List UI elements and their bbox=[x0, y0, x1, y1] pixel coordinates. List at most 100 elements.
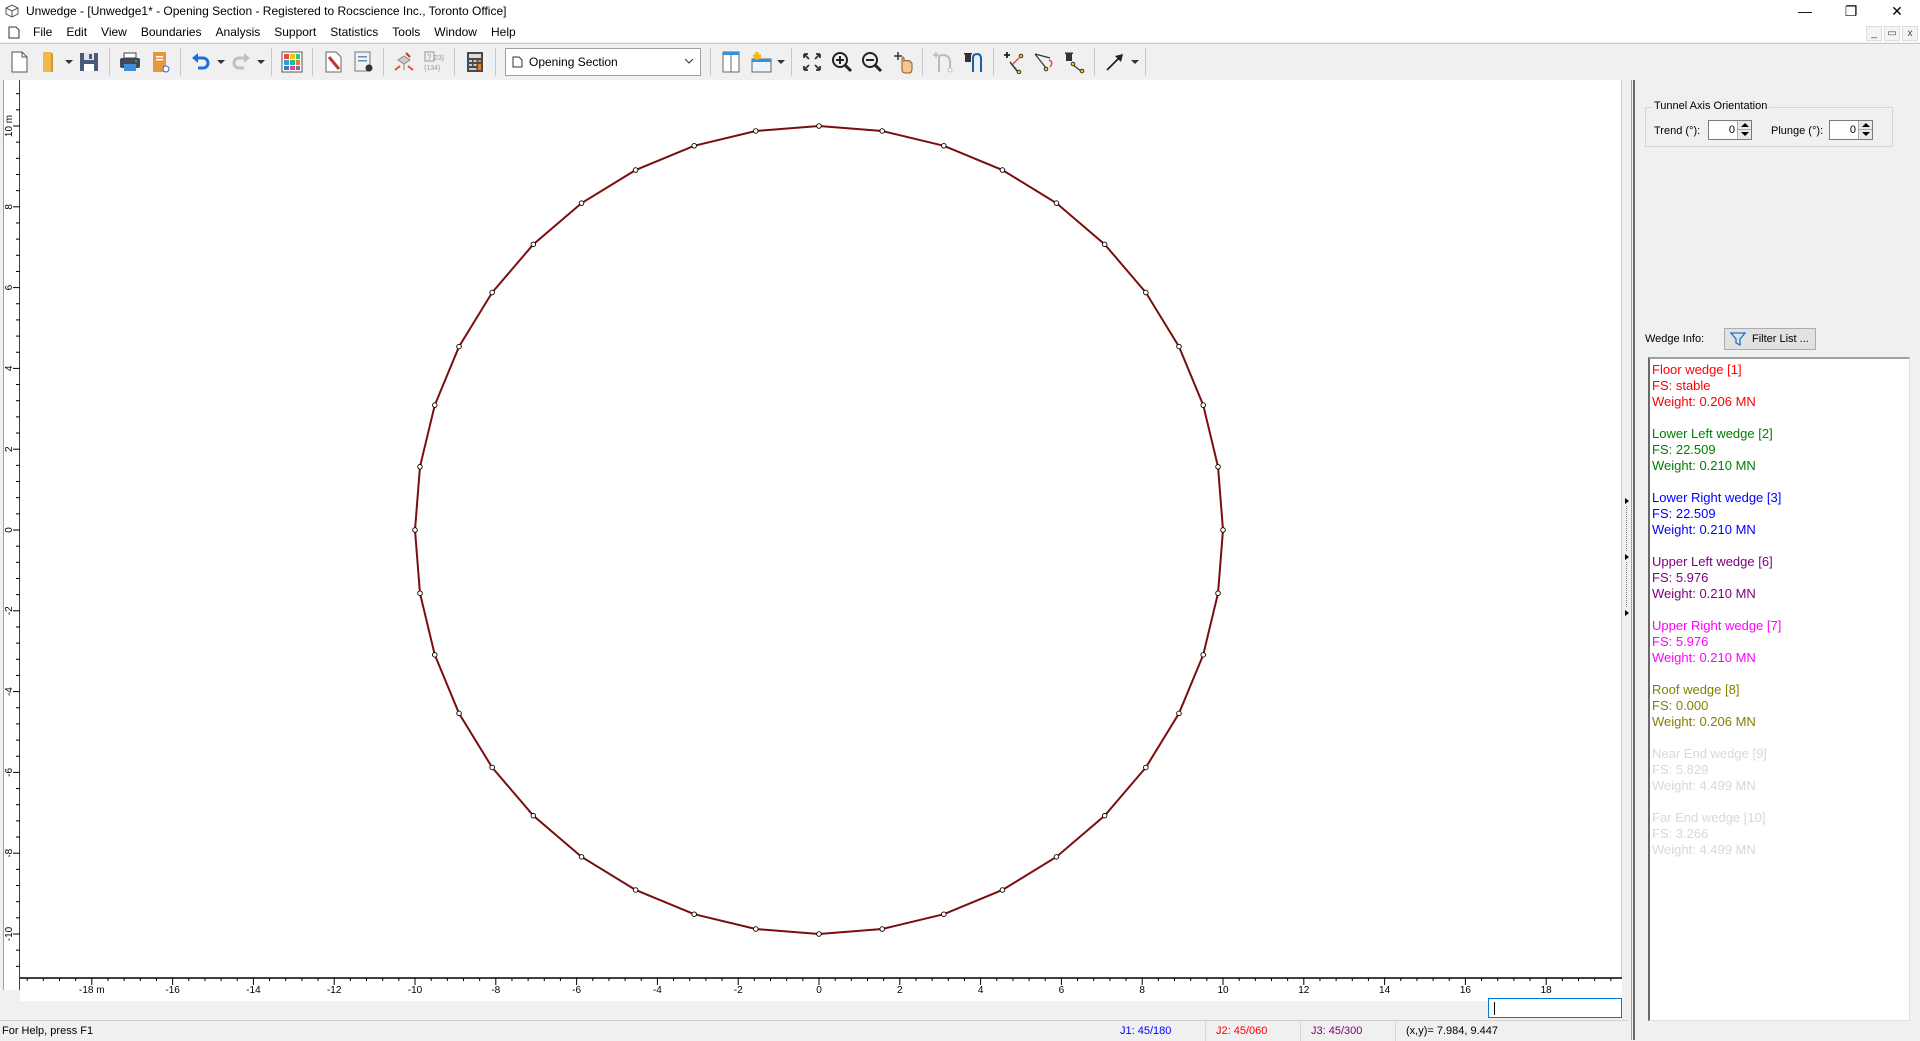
export-button[interactable] bbox=[145, 47, 175, 77]
menu-boundaries[interactable]: Boundaries bbox=[134, 22, 209, 42]
split-view-button[interactable] bbox=[716, 47, 746, 77]
boundary-vertex[interactable] bbox=[632, 167, 639, 173]
mdi-minimize-button[interactable]: _ bbox=[1866, 26, 1882, 41]
collapse-arrow-icon[interactable] bbox=[1625, 498, 1629, 504]
drawing-canvas[interactable] bbox=[20, 80, 1622, 977]
boundary-vertex[interactable] bbox=[1176, 343, 1182, 350]
pan-button[interactable] bbox=[887, 47, 917, 77]
boundary-vertex[interactable] bbox=[530, 812, 537, 819]
undo-button[interactable] bbox=[186, 47, 216, 77]
boundary-vertex[interactable] bbox=[1220, 527, 1226, 533]
redo-button[interactable] bbox=[226, 47, 256, 77]
delete-vertex-button[interactable] bbox=[1059, 47, 1089, 77]
collapse-arrow-icon[interactable] bbox=[1625, 554, 1629, 560]
menu-help[interactable]: Help bbox=[484, 22, 523, 42]
compute-button[interactable] bbox=[389, 47, 419, 77]
restore-button[interactable]: ❐ bbox=[1828, 0, 1874, 22]
settings-button[interactable] bbox=[348, 47, 378, 77]
new-file-button[interactable] bbox=[4, 47, 34, 77]
mdi-restore-button[interactable]: ▭ bbox=[1884, 26, 1900, 41]
boundary-vertex[interactable] bbox=[879, 128, 885, 134]
edit-button[interactable] bbox=[318, 47, 348, 77]
collapse-arrow-icon[interactable] bbox=[1625, 610, 1629, 616]
add-vertex-button[interactable] bbox=[999, 47, 1029, 77]
boundary-vertex[interactable] bbox=[1200, 402, 1206, 408]
delete-boundary-button[interactable] bbox=[958, 47, 988, 77]
zoom-out-button[interactable] bbox=[857, 47, 887, 77]
boundary-vertex[interactable] bbox=[456, 343, 462, 350]
arrow-button[interactable] bbox=[1100, 47, 1130, 77]
add-view-button[interactable] bbox=[746, 47, 776, 77]
menu-analysis[interactable]: Analysis bbox=[209, 22, 268, 42]
print-button[interactable] bbox=[115, 47, 145, 77]
wedge-entry[interactable]: Roof wedge [8] FS: 0.000 Weight: 0.206 MN bbox=[1652, 682, 1909, 730]
boundary-vertex[interactable] bbox=[999, 887, 1006, 893]
menu-file[interactable]: File bbox=[26, 22, 59, 42]
trend-value[interactable]: 0 bbox=[1729, 124, 1735, 136]
boundary-vertex[interactable] bbox=[432, 652, 438, 658]
menu-window[interactable]: Window bbox=[427, 22, 484, 42]
boundary-vertex[interactable] bbox=[1143, 289, 1149, 296]
boundary-vertex[interactable] bbox=[1053, 854, 1060, 860]
boundary-vertex[interactable] bbox=[1176, 710, 1182, 717]
close-button[interactable]: ✕ bbox=[1874, 0, 1920, 22]
boundary-vertex[interactable] bbox=[1143, 764, 1149, 771]
boundary-vertex[interactable] bbox=[1101, 812, 1108, 819]
boundary-vertex[interactable] bbox=[417, 464, 423, 470]
undo-dropdown[interactable] bbox=[216, 47, 226, 77]
open-dropdown[interactable] bbox=[64, 47, 74, 77]
open-button[interactable] bbox=[34, 47, 64, 77]
boundary-vertex[interactable] bbox=[999, 167, 1006, 173]
boundary-vertex[interactable] bbox=[1053, 200, 1060, 206]
color-grid-button[interactable] bbox=[277, 47, 307, 77]
boundary-vertex[interactable] bbox=[489, 289, 495, 296]
plunge-spinner[interactable]: 0 bbox=[1829, 120, 1873, 140]
plunge-spin-buttons[interactable] bbox=[1858, 121, 1872, 139]
wedge-entry[interactable]: Near End wedge [9] FS: 5.829 Weight: 4.499… bbox=[1652, 746, 1909, 794]
menu-tools[interactable]: Tools bbox=[385, 22, 427, 42]
boundary-vertex[interactable] bbox=[1215, 590, 1221, 596]
boundary-vertex[interactable] bbox=[879, 926, 885, 932]
boundary-vertex[interactable] bbox=[1101, 241, 1108, 248]
filter-list-button[interactable]: Filter List ... bbox=[1724, 328, 1816, 350]
wedge-entry[interactable]: Lower Right wedge [3] FS: 22.509 Weight: 0… bbox=[1652, 490, 1909, 538]
boundary-vertex[interactable] bbox=[1215, 464, 1221, 470]
boundary-vertex[interactable] bbox=[753, 926, 759, 932]
wedge-info-list[interactable]: Floor wedge [1] FS: stable Weight: 0.206 M… bbox=[1648, 357, 1910, 1021]
wedge-entry[interactable]: Upper Left wedge [6] FS: 5.976 Weight: 0.2… bbox=[1652, 554, 1909, 602]
boundary-vertex[interactable] bbox=[632, 887, 639, 893]
boundary-vertex[interactable] bbox=[530, 241, 537, 248]
boundary-vertex[interactable] bbox=[691, 143, 697, 149]
boundary-vertex[interactable] bbox=[816, 931, 822, 937]
save-button[interactable] bbox=[74, 47, 104, 77]
menu-support[interactable]: Support bbox=[267, 22, 323, 42]
zoom-in-button[interactable] bbox=[827, 47, 857, 77]
trend-spinner[interactable]: 0 bbox=[1708, 120, 1752, 140]
move-vertex-button[interactable] bbox=[1029, 47, 1059, 77]
boundary-vertex[interactable] bbox=[1200, 652, 1206, 658]
boundary-vertex[interactable] bbox=[941, 911, 947, 917]
command-input[interactable] bbox=[1488, 998, 1622, 1018]
wedge-entry[interactable]: Lower Left wedge [2] FS: 22.509 Weight: 0.… bbox=[1652, 426, 1909, 474]
boundary-vertex[interactable] bbox=[417, 590, 423, 596]
calculator-button[interactable] bbox=[460, 47, 490, 77]
wedge-entry[interactable]: Floor wedge [1] FS: stable Weight: 0.206 M… bbox=[1652, 362, 1909, 410]
boundary-vertex[interactable] bbox=[691, 911, 697, 917]
wedge-entry[interactable]: Far End wedge [10] FS: 3.266 Weight: 4.499… bbox=[1652, 810, 1909, 858]
plunge-value[interactable]: 0 bbox=[1850, 124, 1856, 136]
menu-statistics[interactable]: Statistics bbox=[323, 22, 385, 42]
add-view-dropdown[interactable] bbox=[776, 47, 786, 77]
boundary-vertex[interactable] bbox=[489, 764, 495, 771]
menu-view[interactable]: View bbox=[94, 22, 134, 42]
add-boundary-button[interactable] bbox=[928, 47, 958, 77]
trend-spin-buttons[interactable] bbox=[1737, 121, 1751, 139]
document-icon[interactable] bbox=[8, 26, 20, 39]
boundary-vertex[interactable] bbox=[578, 200, 585, 206]
boundary-vertex[interactable] bbox=[432, 402, 438, 408]
mdi-close-button[interactable]: x bbox=[1902, 26, 1918, 41]
info-viewer-button[interactable]: ? 23} {134} bbox=[419, 47, 449, 77]
boundary-vertex[interactable] bbox=[941, 143, 947, 149]
boundary-vertex[interactable] bbox=[578, 854, 585, 860]
boundary-vertex[interactable] bbox=[753, 128, 759, 134]
boundary-vertex[interactable] bbox=[456, 710, 462, 717]
